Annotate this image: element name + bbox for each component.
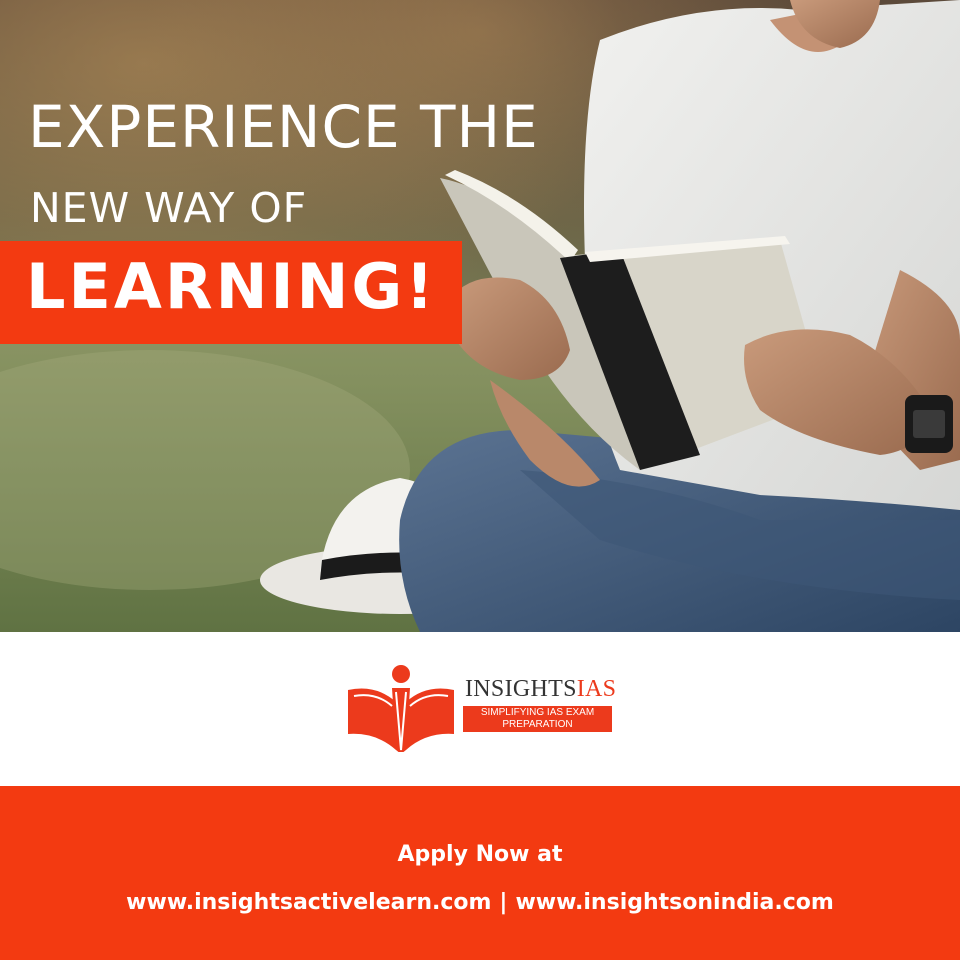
poster: EXPERIENCE THE NEW WAY OF LEARNING! INSI… xyxy=(0,0,960,960)
footer-banner: Apply Now at www.insightsactivelearn.com… xyxy=(0,786,960,960)
brand-name-accent: IAS xyxy=(576,676,617,702)
link-insightsactivelearn[interactable]: www.insightsactivelearn.com xyxy=(126,890,491,915)
headline-line-1: EXPERIENCE THE xyxy=(28,93,539,161)
link-separator: | xyxy=(499,890,508,915)
brand-name-main: INSIGHTS xyxy=(465,676,577,702)
headline-line-2: NEW WAY OF xyxy=(30,184,308,232)
footer-links: www.insightsactivelearn.com | www.insights… xyxy=(0,892,960,914)
open-book-with-person-icon xyxy=(348,665,454,752)
link-insightsonindia[interactable]: www.insightsonindia.com xyxy=(515,890,833,915)
brand-tagline: SIMPLIFYING IAS EXAM PREPARATION xyxy=(463,706,612,732)
logo-strip: INSIGHTSIAS SIMPLIFYING IAS EXAM PREPARA… xyxy=(0,632,960,786)
headline-line-3: LEARNING! xyxy=(26,250,437,323)
brand-name: INSIGHTSIAS xyxy=(465,677,616,701)
apply-now-text: Apply Now at xyxy=(397,842,563,867)
hero-photo: EXPERIENCE THE NEW WAY OF LEARNING! xyxy=(0,0,960,632)
